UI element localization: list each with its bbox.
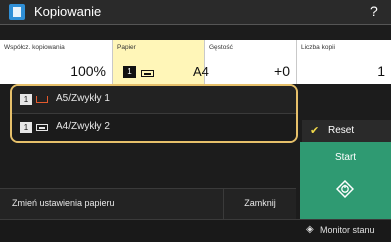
status-bar: ◈ Monitor stanu <box>0 219 391 242</box>
reset-label: Reset <box>328 125 355 136</box>
paper-source-row-2[interactable]: 1 A4/Zwykły 2 <box>12 114 296 141</box>
copy-app-icon <box>9 4 25 20</box>
start-icon <box>336 180 354 198</box>
reset-icon: ✔ <box>310 125 320 137</box>
multipurpose-tray-icon <box>36 96 48 103</box>
close-label: Zamknij <box>244 198 276 208</box>
drawer-badge: 1 <box>20 122 32 133</box>
settings-strip: Współcz. kopiowania 100% Papier 1 A4 Gęs… <box>0 40 391 84</box>
paper-drawer-badge: 1 <box>123 66 136 78</box>
status-monitor-icon: ◈ <box>306 224 314 235</box>
copies-value: 1 <box>377 63 385 79</box>
paper-drawer-icon <box>36 124 48 131</box>
title-bar: Kopiowanie ? <box>0 0 391 25</box>
density-setting[interactable]: Gęstość +0 <box>205 40 297 84</box>
start-button[interactable]: Start <box>300 142 391 219</box>
paper-source-row-1[interactable]: 1 A5/Zwykły 1 <box>12 86 296 114</box>
density-value: +0 <box>274 63 290 79</box>
copies-setting[interactable]: Liczba kopii 1 <box>297 40 391 84</box>
reset-button[interactable]: ✔ Reset <box>302 120 391 142</box>
ratio-label: Współcz. kopiowania <box>4 44 65 51</box>
close-button[interactable]: Zamknij <box>224 189 296 219</box>
paper-label: Papier <box>117 44 136 51</box>
bottom-action-bar: Zmień ustawienia papieru Zamknij <box>0 188 296 219</box>
change-paper-settings-button[interactable]: Zmień ustawienia papieru <box>0 189 224 219</box>
paper-source-label: A4/Zwykły 2 <box>56 121 110 132</box>
paper-tray-icon <box>141 70 154 77</box>
ratio-setting[interactable]: Współcz. kopiowania 100% <box>0 40 113 84</box>
paper-source-list: 1 A5/Zwykły 1 1 A4/Zwykły 2 <box>10 84 298 143</box>
copies-label: Liczba kopii <box>301 44 335 51</box>
ratio-value: 100% <box>70 63 106 79</box>
copy-screen: Kopiowanie ? Współcz. kopiowania 100% Pa… <box>0 0 391 242</box>
paper-setting[interactable]: Papier 1 A4 <box>113 40 209 84</box>
change-paper-settings-label: Zmień ustawienia papieru <box>12 198 115 208</box>
density-label: Gęstość <box>209 44 233 51</box>
drawer-badge: 1 <box>20 94 32 105</box>
paper-source-label: A5/Zwykły 1 <box>56 93 110 104</box>
help-button[interactable]: ? <box>370 3 378 19</box>
status-monitor-label: Monitor stanu <box>320 225 375 235</box>
screen-title: Kopiowanie <box>34 4 102 19</box>
start-label: Start <box>334 152 357 163</box>
